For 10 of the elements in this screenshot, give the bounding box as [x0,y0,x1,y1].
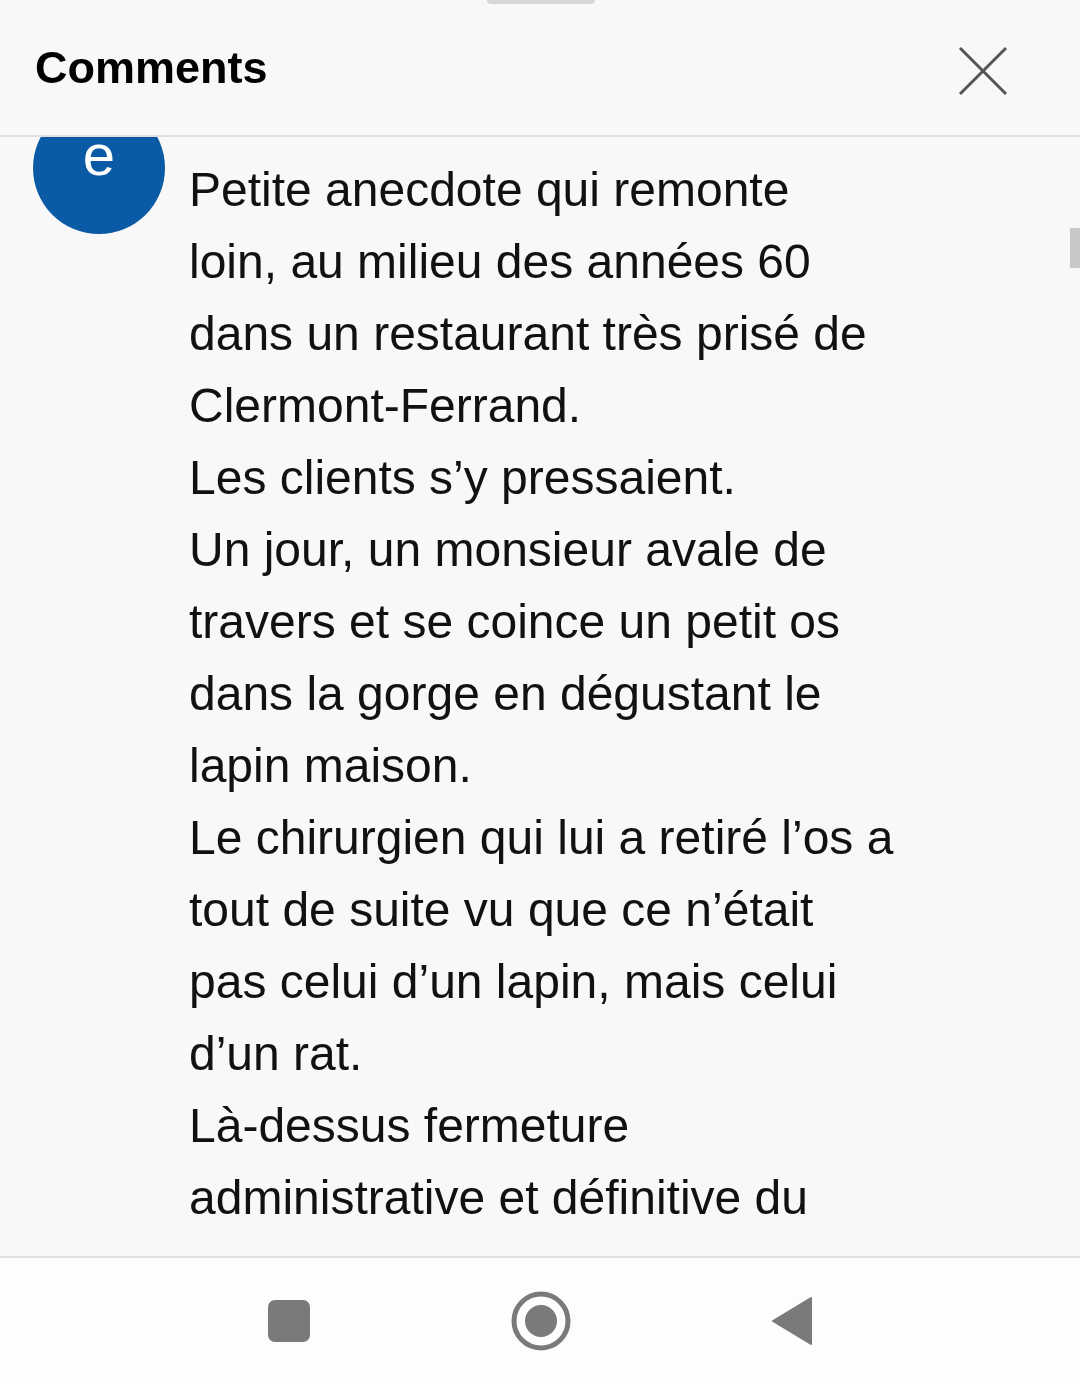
home-icon[interactable] [511,1291,571,1351]
back-icon[interactable] [771,1296,813,1346]
comment-text: Petite anecdote qui remonte loin, au milieu des années 60 dans un restaurant très prisé de Clermont-Ferrand. Les clients s’y pressaient. Un jour, un monsieur avale de travers et se coince un petit os dans la gorge en dégustant le lapin maison. Le chirurgien qui lui a retiré l’os a tout de suite vu que ce n’était pas celui d’un lapin, mais celui d’un rat. Là-dessus fermeture administrative et définitive du [189,162,894,1226]
avatar-letter: e [82,137,116,184]
close-icon[interactable] [958,45,1008,96]
drag-handle[interactable] [487,0,595,4]
recents-icon[interactable] [267,1299,311,1343]
scrollbar[interactable] [1070,228,1080,268]
sheet-title: Comments [35,40,268,95]
avatar[interactable]: e [33,137,165,234]
